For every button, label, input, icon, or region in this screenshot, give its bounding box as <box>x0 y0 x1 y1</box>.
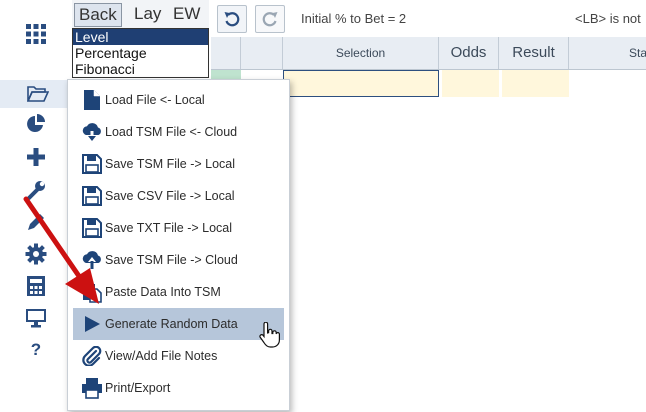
gear-icon[interactable] <box>24 243 48 265</box>
menu-item-label: Save TSM File -> Cloud <box>105 253 238 267</box>
tab-ew[interactable]: EW <box>169 3 204 25</box>
menu-item-save-txt-local[interactable]: Save TXT File -> Local <box>73 212 284 244</box>
menu-item-label: Load File <- Local <box>105 93 205 107</box>
left-icon-rail: ? <box>0 0 70 412</box>
selection-cell[interactable] <box>283 70 439 97</box>
printer-icon <box>81 377 103 399</box>
list-item-percentage[interactable]: Percentage <box>73 45 208 61</box>
menu-item-print-export[interactable]: Print/Export <box>73 372 284 404</box>
tab-back[interactable]: Back <box>74 3 122 27</box>
hand-cursor-icon <box>259 322 280 348</box>
result-cell[interactable] <box>502 70 569 97</box>
folder-open-icon[interactable] <box>26 83 50 105</box>
column-header-odds[interactable]: Odds <box>439 37 499 69</box>
menu-item-label: Load TSM File <- Cloud <box>105 125 238 139</box>
calculator-icon[interactable] <box>24 275 48 297</box>
monitor-icon[interactable] <box>24 307 48 329</box>
redo-button[interactable] <box>255 5 285 33</box>
menu-item-save-csv-local[interactable]: Save CSV File -> Local <box>73 180 284 212</box>
grid-header: Selection Odds Result Sta <box>211 37 646 70</box>
lb-note-text: <LB> is not <box>575 11 641 26</box>
menu-item-load-file-local[interactable]: Load File <- Local <box>73 84 284 116</box>
menu-item-label: Print/Export <box>105 381 171 395</box>
file-icon <box>81 89 103 111</box>
menu-item-generate-random-data[interactable]: Generate Random Data <box>73 308 284 340</box>
grid-corner-cell <box>211 37 241 69</box>
menu-item-label: Paste Data Into TSM <box>105 285 221 299</box>
bet-type-tabs: Back Lay EW <box>72 0 209 29</box>
column-header-result[interactable]: Result <box>499 37 569 69</box>
menu-item-label: Save CSV File -> Local <box>105 189 235 203</box>
floppy-disk-icon <box>81 185 103 207</box>
grid-header-blank <box>241 37 283 69</box>
menu-item-save-tsm-cloud[interactable]: Save TSM File -> Cloud <box>73 244 284 276</box>
cloud-upload-icon <box>81 249 103 271</box>
undo-icon <box>224 12 240 27</box>
menu-item-paste-data[interactable]: Paste Data Into TSM <box>73 276 284 308</box>
column-header-selection[interactable]: Selection <box>283 37 439 69</box>
menu-item-view-add-notes[interactable]: View/Add File Notes <box>73 340 284 372</box>
paperclip-icon <box>81 345 103 367</box>
odds-cell[interactable] <box>442 70 499 97</box>
help-icon[interactable]: ? <box>24 339 48 361</box>
menu-item-label: Generate Random Data <box>105 317 238 331</box>
initial-percent-label: Initial % to Bet = 2 <box>301 11 407 26</box>
toolbar: Initial % to Bet = 2 <LB> is not <box>211 0 646 38</box>
floppy-disk-icon <box>81 153 103 175</box>
paste-icon <box>81 281 103 303</box>
list-item-fibonacci[interactable]: Fibonacci <box>73 61 208 77</box>
menu-item-label: Save TXT File -> Local <box>105 221 233 235</box>
wrench-icon[interactable] <box>24 179 48 201</box>
pencil-icon[interactable] <box>24 211 48 233</box>
list-item-level[interactable]: Level <box>73 29 208 45</box>
menu-item-load-tsm-cloud[interactable]: Load TSM File <- Cloud <box>73 116 284 148</box>
pie-chart-icon[interactable] <box>24 113 48 135</box>
tab-lay[interactable]: Lay <box>130 3 165 25</box>
floppy-disk-icon <box>81 217 103 239</box>
menu-item-label: View/Add File Notes <box>105 349 218 363</box>
staking-method-list[interactable]: Level Percentage Fibonacci <box>72 28 209 78</box>
plus-icon[interactable] <box>24 146 48 168</box>
menu-item-save-tsm-local[interactable]: Save TSM File -> Local <box>73 148 284 180</box>
file-menu: Load File <- Local Load TSM File <- Clou… <box>67 79 290 411</box>
column-header-stake[interactable]: Sta <box>569 37 646 69</box>
redo-icon <box>262 12 278 27</box>
cloud-download-icon <box>81 121 103 143</box>
menu-item-label: Save TSM File -> Local <box>105 157 236 171</box>
apps-grid-icon[interactable] <box>24 23 48 45</box>
play-icon <box>81 313 103 335</box>
undo-button[interactable] <box>217 5 247 33</box>
